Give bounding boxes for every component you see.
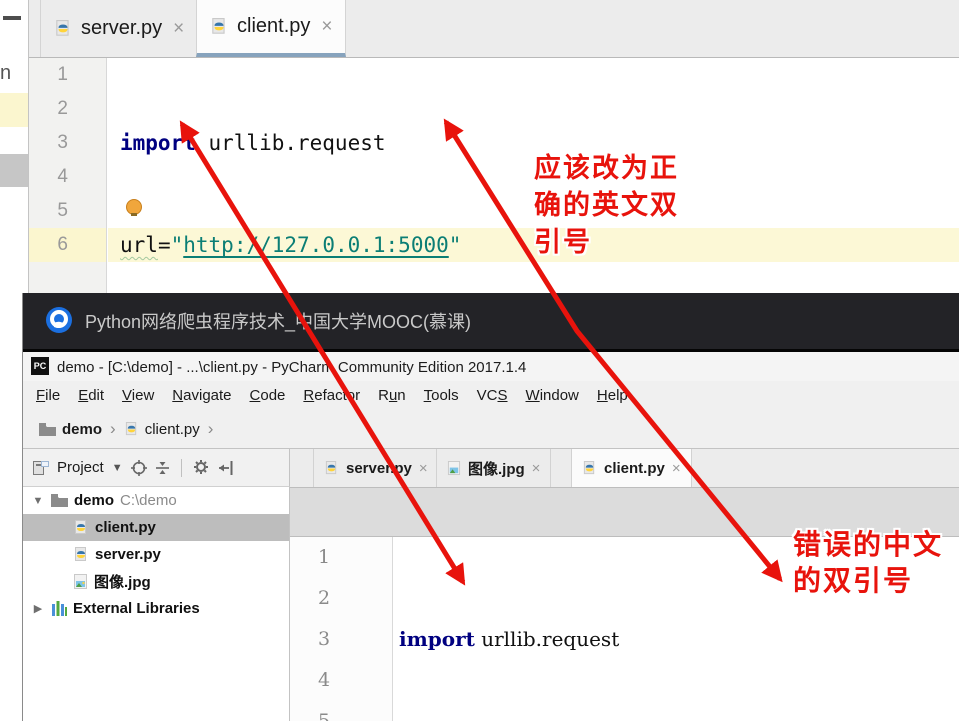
gutter-line-number: 3 (318, 628, 331, 650)
tab-image-jpg[interactable]: 图像.jpg × (436, 449, 552, 487)
screenshot-canvas: n server.py × client.py × 1 2 3 4 5 6 im… (0, 0, 959, 721)
menu-bar: File Edit View Navigate Code Refactor Ru… (23, 381, 959, 410)
locate-icon[interactable] (130, 459, 147, 476)
breadcrumb-item-client[interactable]: client.py (145, 421, 200, 438)
url-hyperlink[interactable]: http://127.0.0.1:5000 (183, 233, 449, 257)
collapse-all-icon[interactable] (155, 460, 170, 476)
tab-label: server.py (346, 459, 412, 477)
intention-lightbulb-icon[interactable] (126, 199, 142, 216)
folder-icon (39, 422, 56, 436)
close-icon[interactable]: × (532, 460, 541, 477)
player-title-bar: Python网络爬虫程序技术_中国大学MOOC(慕课) (23, 293, 959, 349)
close-icon[interactable]: × (321, 16, 332, 38)
tab-label: 图像.jpg (468, 460, 525, 478)
sliver-highlight-gray (0, 154, 28, 187)
menu-view[interactable]: View (113, 387, 163, 404)
folder-icon (51, 494, 68, 507)
chevron-right-icon: › (207, 419, 214, 438)
tab-client-py[interactable]: client.py × (196, 0, 347, 57)
python-file-icon (324, 460, 339, 476)
libraries-icon (51, 601, 67, 616)
python-file-icon (124, 421, 139, 437)
tree-item-demo-root[interactable]: ▼ demo C:\demo (23, 487, 289, 514)
code-line-1: import urllib.request (399, 627, 620, 651)
collapse-dash-icon[interactable] (3, 16, 21, 20)
close-icon[interactable]: × (173, 18, 184, 40)
tree-item-image-jpg[interactable]: 图像.jpg (23, 568, 289, 595)
menu-help[interactable]: Help (588, 387, 637, 404)
python-file-icon (54, 19, 72, 38)
image-file-icon (447, 460, 461, 476)
gutter-line-number: 5 (318, 710, 331, 721)
close-icon[interactable]: × (672, 460, 681, 477)
dropdown-arrow-icon[interactable]: ▼ (112, 462, 123, 474)
gutter-line-number-current: 6 (29, 228, 106, 262)
gutter-line-number: 2 (57, 98, 68, 119)
clipped-panel-text: n (0, 62, 11, 84)
expanded-arrow-icon[interactable]: ▼ (31, 495, 45, 507)
inner-code-text[interactable]: import urllib.request url=“http://127.0.… (399, 537, 727, 721)
pycharm-app-icon: PC (31, 357, 49, 375)
tab-server-py[interactable]: server.py × (40, 0, 199, 57)
python-file-icon (210, 17, 228, 36)
toolbar-separator (180, 458, 182, 477)
project-panel-title[interactable]: Project (57, 459, 104, 476)
inner-line-number-gutter: 1 2 3 4 5 (290, 537, 393, 721)
tree-item-client-py[interactable]: client.py (23, 514, 289, 541)
python-file-icon (73, 519, 89, 536)
editor-tab-bar: server.py × client.py × (29, 0, 959, 58)
project-panel-header: Project ▼ (23, 449, 290, 487)
annotation-correct-quotes: 应该改为正 确的英文双 引号 (534, 153, 679, 257)
sliver-highlight-yellow (0, 93, 28, 127)
collapsed-arrow-icon[interactable]: ▶ (31, 602, 45, 615)
gutter-line-number: 5 (57, 200, 68, 221)
menu-refactor[interactable]: Refactor (294, 387, 369, 404)
menu-navigate[interactable]: Navigate (163, 387, 240, 404)
tab-label: client.py (604, 459, 665, 477)
code-line-2: url="http://127.0.0.1:5000" (120, 233, 462, 257)
breadcrumb-item-demo[interactable]: demo (62, 421, 102, 438)
gutter-line-number: 4 (318, 669, 331, 691)
menu-code[interactable]: Code (241, 387, 295, 404)
annotation-wrong-quotes: 错误的中文 的双引号 (793, 529, 944, 596)
left-panel-sliver: n (0, 0, 29, 293)
breadcrumb: demo › client.py › (23, 410, 959, 449)
gutter-line-number: 4 (57, 166, 68, 187)
project-view-icon (33, 460, 49, 475)
tab-client-py[interactable]: client.py × (571, 449, 692, 487)
gutter-line-number: 3 (57, 132, 68, 153)
python-file-icon (582, 460, 597, 476)
tab-label: server.py (81, 17, 163, 39)
python-file-icon (73, 546, 89, 563)
menu-edit[interactable]: Edit (69, 387, 113, 404)
menu-vcs[interactable]: VCS (468, 387, 517, 404)
project-tree: ▼ demo C:\demo client.py server.py 图像.jp… (23, 487, 290, 721)
tab-label: client.py (237, 15, 311, 37)
inner-editor-tab-bar: server.py × 图像.jpg × client.py × (290, 449, 959, 488)
tree-item-external-libraries[interactable]: ▶ External Libraries (23, 595, 289, 622)
image-file-icon (73, 573, 88, 590)
video-window: Python网络爬虫程序技术_中国大学MOOC(慕课) PC demo - [C… (22, 293, 959, 721)
gutter-line-number: 2 (318, 587, 331, 609)
gear-settings-icon[interactable] (193, 459, 210, 476)
player-window-title: Python网络爬虫程序技术_中国大学MOOC(慕课) (85, 312, 472, 332)
menu-file[interactable]: File (27, 387, 69, 404)
menu-tools[interactable]: Tools (415, 387, 468, 404)
browser-logo-icon (45, 306, 73, 334)
tree-item-server-py[interactable]: server.py (23, 541, 289, 568)
line-number-gutter: 1 2 3 4 5 6 (29, 58, 107, 293)
menu-run[interactable]: Run (369, 387, 415, 404)
gutter-line-number: 1 (318, 546, 331, 568)
tab-server-py[interactable]: server.py × (313, 449, 439, 487)
gutter-line-number: 1 (57, 64, 68, 85)
menu-window[interactable]: Window (517, 387, 588, 404)
chevron-right-icon: › (110, 419, 116, 438)
close-icon[interactable]: × (419, 460, 428, 477)
code-line-1: import urllib.request (120, 131, 386, 155)
pycharm-window-title: demo - [C:\demo] - ...\client.py - PyCha… (57, 359, 527, 376)
hide-panel-icon[interactable] (218, 460, 234, 475)
